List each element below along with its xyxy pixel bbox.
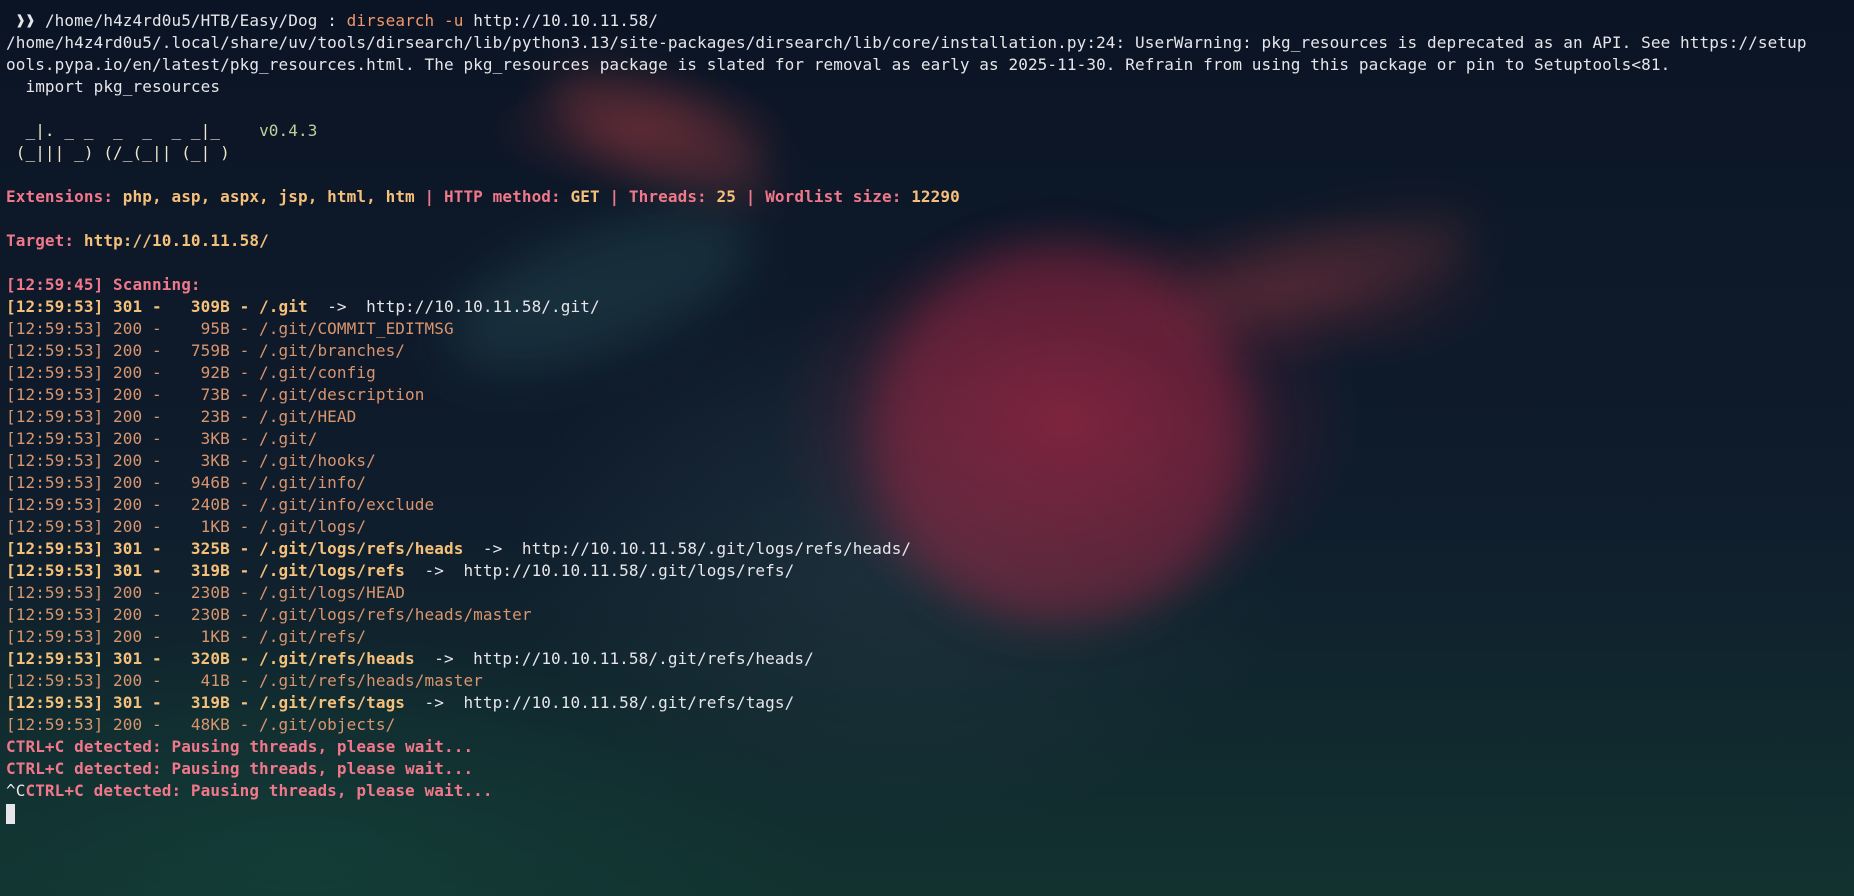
result-row: [12:59:53] 200 - 759B - /.git/branches/: [6, 341, 406, 360]
ctrlc-message: CTRL+C detected: Pausing threads, please…: [6, 736, 1854, 758]
result-row: [12:59:53] 301 - 319B - /.git/refs/tags …: [6, 692, 1854, 714]
result-text: [12:59:53] 301 - 319B - /.git/refs/tags: [6, 693, 425, 712]
warning-line: /home/h4z4rd0u5/.local/share/uv/tools/di…: [6, 33, 1807, 52]
http-method-value: GET: [570, 187, 600, 206]
threads-value: 25: [716, 187, 736, 206]
result-text: [12:59:53] 301 - 319B - /.git/logs/refs: [6, 561, 425, 580]
redirect-target: http://10.10.11.58/.git/refs/tags/: [443, 693, 795, 712]
text-cursor[interactable]: [6, 803, 15, 824]
dirsearch-logo-bottom: (_||| _) (/_(_|| (_| ): [6, 143, 230, 162]
config-line: Extensions: php, asp, aspx, jsp, html, h…: [6, 186, 1854, 208]
redirect-arrow-icon: ->: [424, 693, 444, 712]
scanning-status: [12:59:45] Scanning:: [6, 275, 201, 294]
version-label: v0.4.3: [259, 121, 318, 140]
prompt-path: /home/h4z4rd0u5/HTB/Easy/Dog: [44, 11, 318, 30]
result-row: [12:59:53] 301 - 320B - /.git/refs/heads…: [6, 648, 1854, 670]
redirect-target: http://10.10.11.58/.git/logs/refs/heads/: [502, 539, 912, 558]
ctrlc-message: CTRL+C detected: Pausing threads, please…: [6, 758, 1854, 780]
terminal-window[interactable]: ❱❱ /home/h4z4rd0u5/HTB/Easy/Dog : dirsea…: [0, 0, 1854, 896]
command-url: http://10.10.11.58/: [473, 11, 659, 30]
result-row: [12:59:53] 200 - 240B - /.git/info/exclu…: [6, 495, 435, 514]
redirect-arrow-icon: ->: [482, 539, 503, 558]
result-row: [12:59:53] 200 - 95B - /.git/COMMIT_EDIT…: [6, 319, 454, 338]
prompt-line: ❱❱ /home/h4z4rd0u5/HTB/Easy/Dog : dirsea…: [6, 10, 1854, 32]
redirect-arrow-icon: ->: [424, 561, 444, 580]
redirect-target: http://10.10.11.58/.git/refs/heads/: [453, 649, 814, 668]
result-row: [12:59:53] 200 - 946B - /.git/info/: [6, 473, 367, 492]
result-row: [12:59:53] 301 - 325B - /.git/logs/refs/…: [6, 538, 1854, 560]
result-text: [12:59:53] 301 - 309B - /.git: [6, 297, 328, 316]
http-method-label: HTTP method:: [443, 187, 571, 206]
result-row: [12:59:53] 200 - 3KB - /.git/hooks/: [6, 451, 376, 470]
prompt-separator: :: [317, 11, 347, 30]
terminal-output: ❱❱ /home/h4z4rd0u5/HTB/Easy/Dog : dirsea…: [0, 0, 1854, 824]
result-row: [12:59:53] 200 - 230B - /.git/logs/HEAD: [6, 583, 406, 602]
result-row: [12:59:53] 200 - 23B - /.git/HEAD: [6, 407, 357, 426]
ctrlc-echo: ^C: [6, 781, 26, 800]
command-flag: -u: [434, 11, 474, 30]
result-row: [12:59:53] 200 - 48KB - /.git/objects/: [6, 715, 396, 734]
result-row: [12:59:53] 200 - 1KB - /.git/logs/: [6, 517, 367, 536]
target-label: Target:: [6, 231, 84, 250]
result-row: [12:59:53] 301 - 309B - /.git -> http://…: [6, 296, 1854, 318]
result-text: [12:59:53] 301 - 320B - /.git/refs/heads: [6, 649, 435, 668]
dirsearch-logo-top: _|. _ _ _ _ _ _|_: [6, 121, 260, 140]
result-row: [12:59:53] 200 - 41B - /.git/refs/heads/…: [6, 671, 483, 690]
wordlist-size-label: Wordlist size:: [765, 187, 912, 206]
result-row: [12:59:53] 200 - 92B - /.git/config: [6, 363, 376, 382]
result-row: [12:59:53] 301 - 319B - /.git/logs/refs …: [6, 560, 1854, 582]
threads-label: Threads:: [628, 187, 717, 206]
ctrlc-message: ^CCTRL+C detected: Pausing threads, plea…: [6, 780, 1854, 802]
ctrlc-text: CTRL+C detected: Pausing threads, please…: [6, 737, 474, 756]
redirect-target: http://10.10.11.58/.git/logs/refs/: [443, 561, 795, 580]
prompt-marker: ❱❱: [6, 11, 45, 30]
result-row: [12:59:53] 200 - 230B - /.git/logs/refs/…: [6, 605, 532, 624]
warning-line: import pkg_resources: [6, 77, 221, 96]
extensions-value: php, asp, aspx, jsp, html, htm: [122, 187, 415, 206]
redirect-target: http://10.10.11.58/.git/: [346, 297, 600, 316]
target-line: Target: http://10.10.11.58/: [6, 230, 1854, 252]
result-row: [12:59:53] 200 - 73B - /.git/description: [6, 385, 425, 404]
ctrlc-text: CTRL+C detected: Pausing threads, please…: [6, 759, 474, 778]
config-separator: |: [414, 187, 444, 206]
target-url: http://10.10.11.58/: [83, 231, 269, 250]
warning-line: ools.pypa.io/en/latest/pkg_resources.htm…: [6, 55, 1671, 74]
extensions-label: Extensions:: [6, 187, 123, 206]
banner-line: _|. _ _ _ _ _ _|_ v0.4.3: [6, 120, 1854, 142]
config-separator: |: [599, 187, 629, 206]
wordlist-size-value: 12290: [911, 187, 960, 206]
result-text: [12:59:53] 301 - 325B - /.git/logs/refs/…: [6, 539, 483, 558]
ctrlc-text: CTRL+C detected: Pausing threads, please…: [25, 781, 493, 800]
command-name: dirsearch: [346, 11, 435, 30]
redirect-arrow-icon: ->: [434, 649, 454, 668]
result-row: [12:59:53] 200 - 3KB - /.git/: [6, 429, 318, 448]
result-row: [12:59:53] 200 - 1KB - /.git/refs/: [6, 627, 367, 646]
input-line[interactable]: [6, 802, 1854, 824]
config-separator: |: [736, 187, 766, 206]
redirect-arrow-icon: ->: [327, 297, 347, 316]
